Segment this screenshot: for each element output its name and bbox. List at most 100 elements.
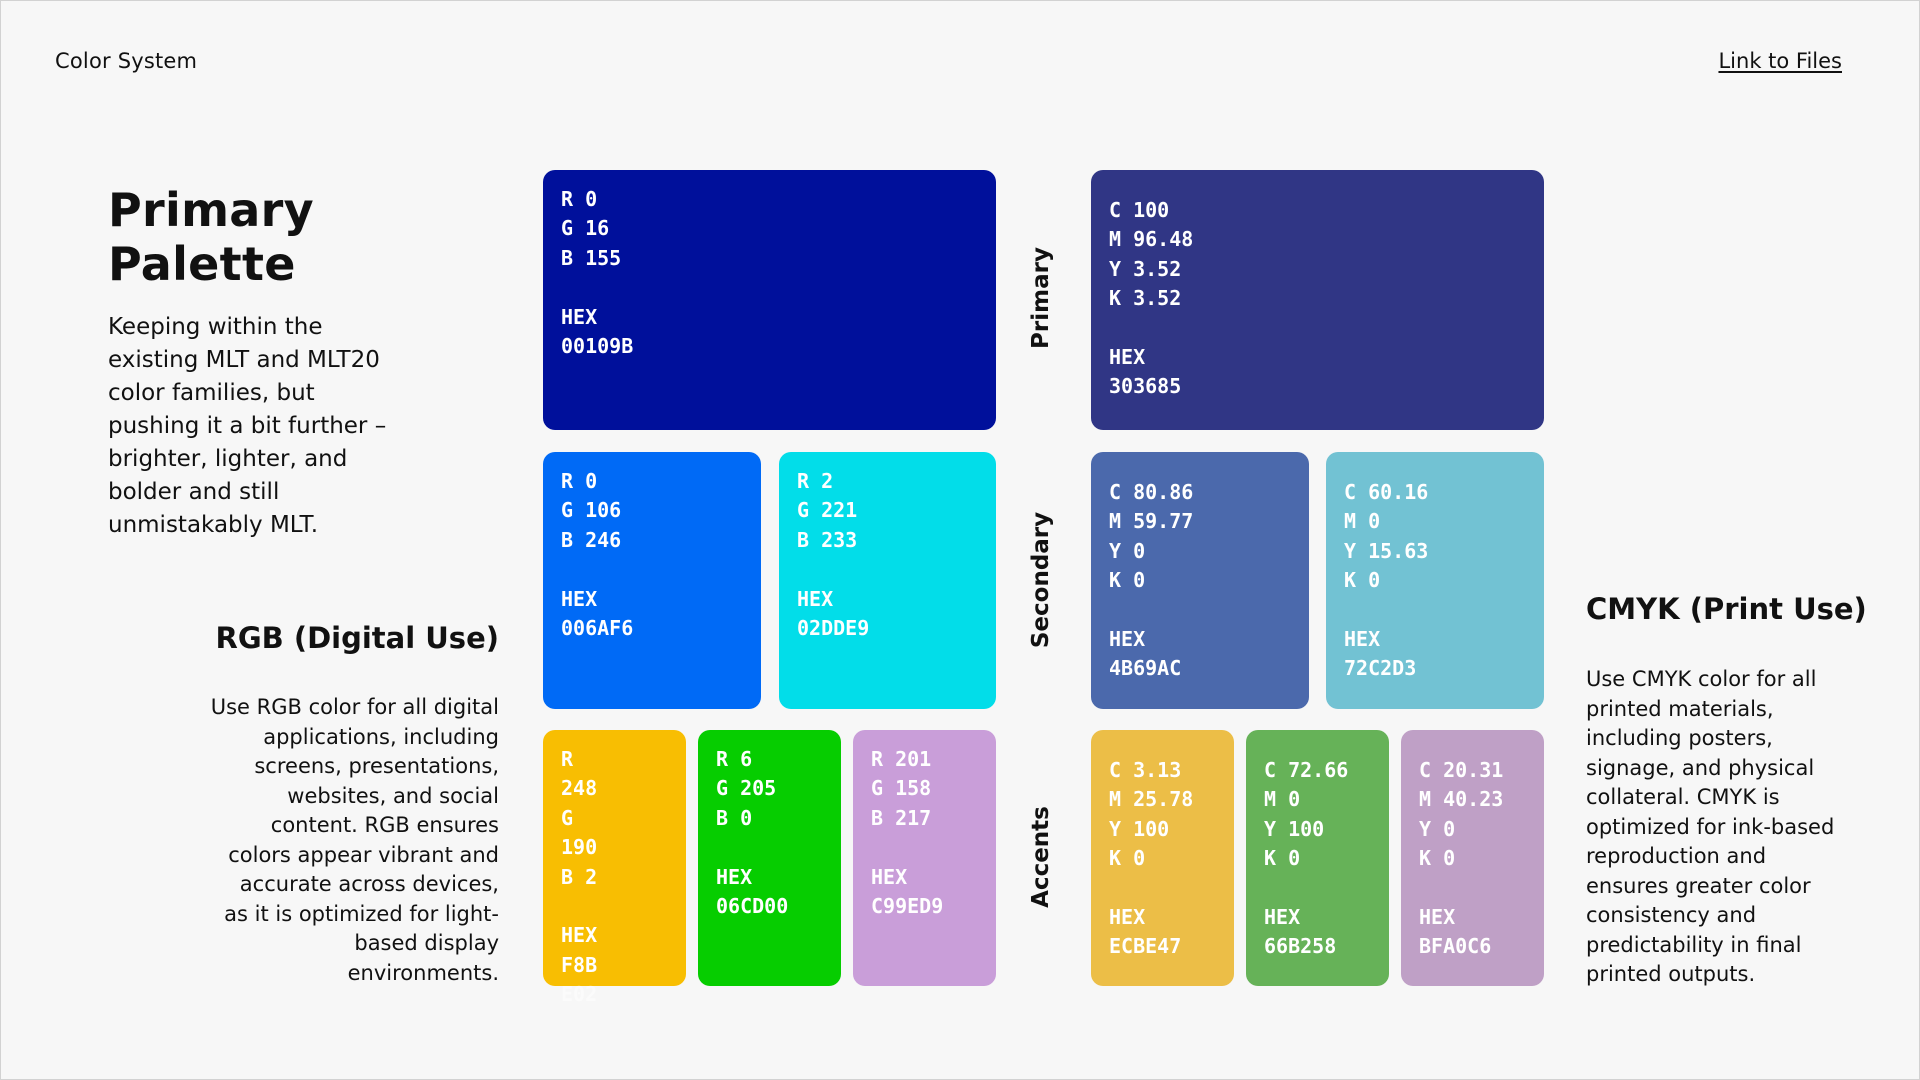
swatch-value: G 221: [797, 498, 858, 523]
swatch-value: HEX: [1109, 345, 1146, 370]
swatch-value: R 0: [561, 187, 598, 211]
rgb-swatch-accent-1: R 248 G 190 B 2 HEX F8B E02: [543, 730, 686, 1006]
swatch-value: HEX: [1344, 627, 1381, 652]
swatch-value: C 80.86: [1109, 480, 1194, 504]
swatch-value: C 3.13: [1109, 758, 1182, 782]
swatch-value: R: [561, 747, 574, 771]
swatch-value: HEX: [561, 304, 598, 329]
swatch-value: E02: [561, 982, 598, 1007]
swatch-spacer: [1109, 874, 1193, 903]
swatch-value: 66B258: [1264, 934, 1337, 959]
swatch-value: Y 100: [1109, 816, 1170, 841]
swatch-value: B 233: [797, 527, 858, 552]
swatch-value: K 3.52: [1109, 286, 1182, 311]
page-title: Color System: [55, 49, 198, 73]
swatch-value: M 59.77: [1109, 509, 1194, 534]
swatch-value: K 0: [1264, 846, 1301, 871]
swatch-value: HEX: [561, 923, 598, 948]
swatch-value: Y 0: [1419, 816, 1456, 841]
swatch-value: G 106: [561, 498, 622, 523]
swatch-values: C 3.13 M 25.78 Y 100 K 0 HEX ECBE47: [1109, 756, 1193, 962]
rgb-swatch-secondary-1: R 0 G 106 B 246 HEX 006AF6: [543, 452, 761, 709]
swatch-spacer: [716, 833, 788, 862]
rgb-swatch-secondary-2: R 2 G 221 B 233 HEX 02DDE9: [779, 452, 996, 709]
swatch-value: 02DDE9: [797, 616, 870, 641]
swatch-spacer: [1419, 874, 1503, 903]
rgb-description: Use RGB color for all digital applicatio…: [210, 695, 499, 985]
section-heading-line: Primary: [108, 183, 314, 237]
swatch-values: R 0 G 16 B 155 HEX 00109B: [561, 185, 633, 361]
swatch-values: C 20.31 M 40.23 Y 0 K 0 HEX BFA0C6: [1419, 756, 1503, 962]
swatch-value: HEX: [1264, 905, 1301, 930]
swatch-value: 4B69AC: [1109, 656, 1182, 681]
swatch-value: Y 100: [1264, 816, 1325, 841]
link-to-files[interactable]: Link to Files: [1718, 49, 1842, 73]
swatch-value: HEX: [716, 864, 753, 889]
swatch-value: Y 3.52: [1109, 256, 1182, 281]
swatch-values: R 2 G 221 B 233 HEX 02DDE9: [797, 467, 869, 643]
swatch-value: C 72.66: [1264, 758, 1349, 782]
swatch-values: R 6 G 205 B 0 HEX 06CD00: [716, 745, 788, 921]
swatch-value: HEX: [871, 864, 908, 889]
swatch-value: Y 0: [1109, 538, 1146, 563]
swatch-spacer: [1109, 596, 1193, 625]
swatch-value: 190: [561, 835, 598, 860]
swatch-value: 00109B: [561, 334, 634, 359]
swatch-value: 06CD00: [716, 894, 789, 919]
swatch-value: R 2: [797, 469, 834, 493]
swatch-value: R 201: [871, 747, 932, 771]
swatch-value: C 60.16: [1344, 480, 1429, 504]
swatch-value: K 0: [1109, 568, 1146, 593]
swatch-value: C99ED9: [871, 894, 944, 919]
swatch-value: HEX: [797, 586, 834, 611]
swatch-value: R 6: [716, 747, 753, 771]
swatch-value: M 0: [1264, 787, 1301, 812]
swatch-value: B 217: [871, 805, 932, 830]
swatch-value: BFA0C6: [1419, 934, 1492, 959]
cmyk-swatch-secondary-2: C 60.16 M 0 Y 15.63 K 0 HEX 72C2D3: [1326, 452, 1544, 709]
swatch-value: G: [561, 805, 574, 830]
swatch-value: B 2: [561, 864, 598, 889]
swatch-value: K 0: [1344, 568, 1381, 593]
swatch-value: M 25.78: [1109, 787, 1194, 812]
swatch-spacer: [561, 892, 597, 921]
swatch-values: R 0 G 106 B 246 HEX 006AF6: [561, 467, 633, 643]
swatch-value: F8B: [561, 952, 598, 977]
swatch-spacer: [1264, 874, 1348, 903]
swatch-spacer: [797, 555, 869, 584]
swatch-value: 303685: [1109, 374, 1182, 399]
swatch-values: R 201 G 158 B 217 HEX C99ED9: [871, 745, 943, 921]
swatch-spacer: [561, 273, 633, 302]
swatch-value: R 0: [561, 469, 598, 493]
cmyk-swatch-accent-2: C 72.66 M 0 Y 100 K 0 HEX 66B258: [1246, 730, 1389, 986]
swatch-spacer: [871, 833, 943, 862]
cmyk-heading: CMYK (Print Use): [1586, 592, 1867, 626]
swatch-value: M 0: [1344, 509, 1381, 534]
cmyk-swatch-secondary-1: C 80.86 M 59.77 Y 0 K 0 HEX 4B69AC: [1091, 452, 1309, 709]
section-heading-line: Palette: [108, 237, 296, 291]
rgb-swatch-primary: R 0 G 16 B 155 HEX 00109B: [543, 170, 996, 430]
swatch-value: G 16: [561, 216, 610, 241]
rgb-swatch-accent-2: R 6 G 205 B 0 HEX 06CD00: [698, 730, 841, 986]
swatch-values: R 248 G 190 B 2 HEX F8B E02: [561, 745, 597, 1010]
section-description: Keeping within the existing MLT and MLT2…: [108, 314, 387, 538]
swatch-spacer: [1344, 596, 1428, 625]
cmyk-swatch-accent-3: C 20.31 M 40.23 Y 0 K 0 HEX BFA0C6: [1401, 730, 1544, 986]
cmyk-swatch-primary: C 100 M 96.48 Y 3.52 K 3.52 HEX 303685: [1091, 170, 1544, 430]
swatch-value: M 96.48: [1109, 227, 1194, 252]
cmyk-swatch-accent-1: C 3.13 M 25.78 Y 100 K 0 HEX ECBE47: [1091, 730, 1234, 986]
swatch-value: M 40.23: [1419, 787, 1504, 812]
swatch-spacer: [1109, 314, 1193, 343]
swatch-value: K 0: [1419, 846, 1456, 871]
swatch-value: G 158: [871, 776, 932, 801]
swatch-value: 248: [561, 776, 598, 801]
swatch-values: C 80.86 M 59.77 Y 0 K 0 HEX 4B69AC: [1109, 478, 1193, 684]
swatch-value: B 155: [561, 245, 622, 270]
rgb-swatch-accent-3: R 201 G 158 B 217 HEX C99ED9: [853, 730, 996, 986]
swatch-values: C 100 M 96.48 Y 3.52 K 3.52 HEX 303685: [1109, 196, 1193, 402]
section-heading: Primary Palette: [108, 183, 314, 291]
swatch-values: C 60.16 M 0 Y 15.63 K 0 HEX 72C2D3: [1344, 478, 1428, 684]
swatch-value: HEX: [561, 586, 598, 611]
cmyk-description: Use CMYK color for all printed materials…: [1586, 667, 1835, 986]
swatch-value: Y 15.63: [1344, 538, 1429, 563]
